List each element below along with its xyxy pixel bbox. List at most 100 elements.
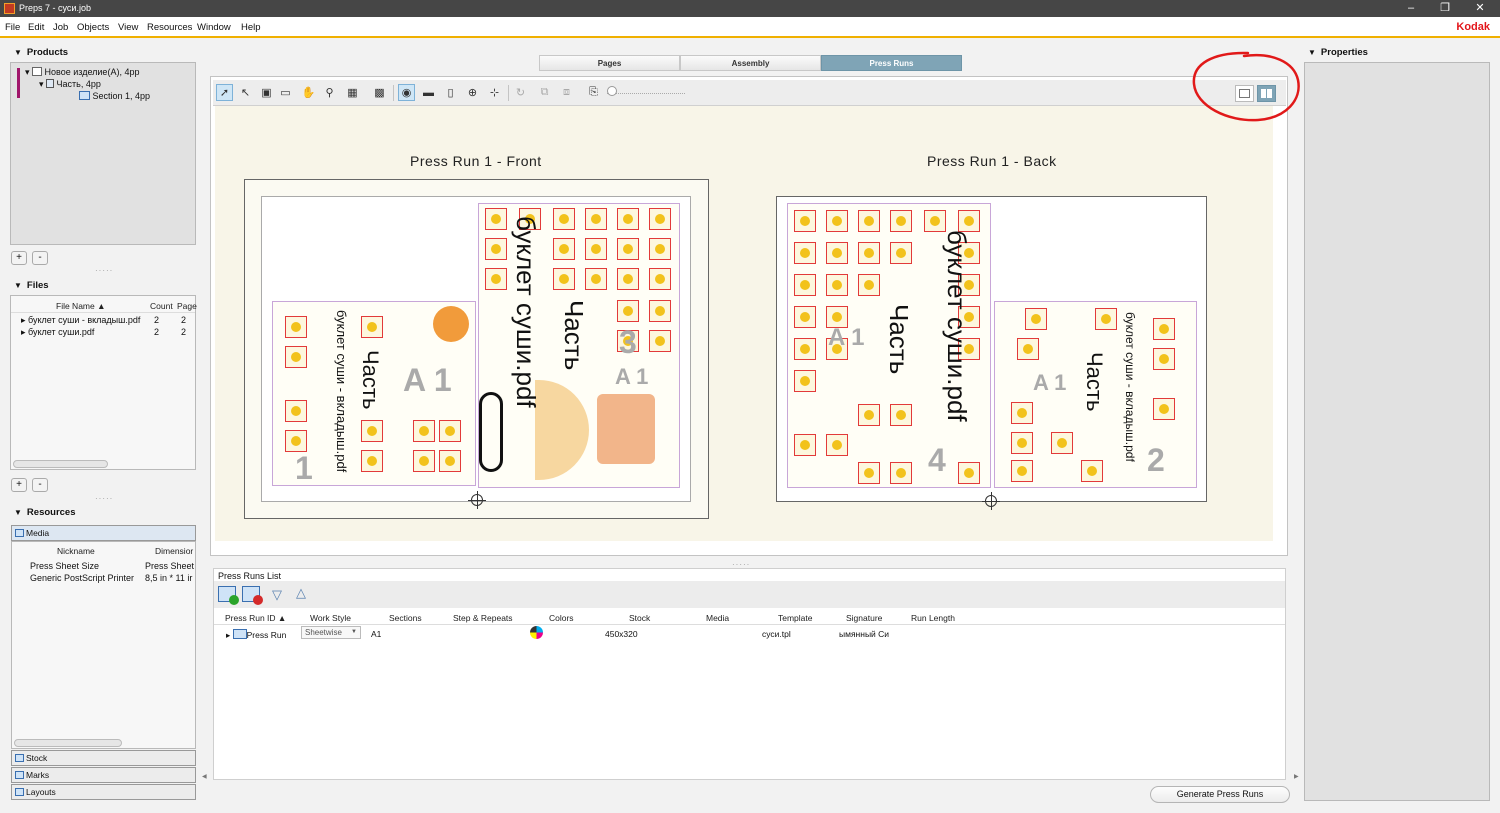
menu-view[interactable]: View bbox=[118, 22, 138, 33]
media-scrollbar[interactable] bbox=[14, 739, 122, 747]
align-icon[interactable]: ⧉ bbox=[536, 84, 553, 101]
page-tool-icon[interactable]: ▭ bbox=[277, 84, 294, 101]
media-nickname[interactable]: Generic PostScript Printer bbox=[30, 573, 134, 583]
press-run-row[interactable]: ▸ Press Run bbox=[226, 629, 286, 641]
menu-tile bbox=[794, 370, 816, 392]
col-work-style[interactable]: Work Style bbox=[310, 613, 351, 623]
col-template[interactable]: Template bbox=[778, 613, 813, 623]
back-page-main[interactable]: 4 A 1 буклет суши.pdf Часть bbox=[787, 203, 991, 488]
tab-pages[interactable]: Pages bbox=[539, 55, 680, 71]
splitter-grip[interactable]: ····· bbox=[95, 494, 113, 503]
collapse-triangle-icon: ▼ bbox=[14, 281, 22, 290]
menu-window[interactable]: Window bbox=[197, 22, 231, 33]
menu-objects[interactable]: Objects bbox=[77, 22, 109, 33]
media-nickname[interactable]: Press Sheet Size bbox=[30, 561, 99, 571]
file-name: буклет суши.pdf bbox=[28, 327, 95, 337]
scroll-left-icon[interactable]: ◀ bbox=[202, 773, 207, 780]
remove-product-button[interactable]: - bbox=[32, 251, 48, 265]
zoom-icon[interactable]: ⚲ bbox=[321, 84, 338, 101]
grid-dropdown-icon[interactable]: ▦ bbox=[344, 84, 361, 101]
menu-tile bbox=[1153, 398, 1175, 420]
select-arrow-icon[interactable]: ➚ bbox=[216, 84, 233, 101]
menu-resources[interactable]: Resources bbox=[147, 22, 192, 33]
rotate-icon[interactable]: ↻ bbox=[512, 84, 529, 101]
back-page-insert[interactable]: 2 A 1 буклет суши - вкладыш.pdf Часть bbox=[994, 301, 1197, 488]
preview-eye-icon[interactable]: ◉ bbox=[398, 84, 415, 101]
marks-section-tab[interactable]: Marks bbox=[11, 767, 196, 783]
pointer-icon[interactable]: ↖ bbox=[237, 84, 254, 101]
move-down-icon[interactable]: ▽ bbox=[272, 587, 282, 603]
add-file-button[interactable]: + bbox=[11, 478, 27, 492]
menu-help[interactable]: Help bbox=[241, 22, 261, 33]
menu-job[interactable]: Job bbox=[53, 22, 68, 33]
add-product-button[interactable]: + bbox=[11, 251, 27, 265]
menu-file[interactable]: File bbox=[5, 22, 20, 33]
col-page[interactable]: Page bbox=[177, 301, 197, 311]
col-sections[interactable]: Sections bbox=[389, 613, 422, 623]
col-run-length[interactable]: Run Length bbox=[911, 613, 955, 623]
front-press-sheet[interactable]: A 1 1 буклет суши - вкладыш.pdf Часть 3 … bbox=[244, 179, 709, 519]
remove-file-button[interactable]: - bbox=[32, 478, 48, 492]
col-colors[interactable]: Colors bbox=[549, 613, 574, 623]
press-sheet-canvas[interactable]: Press Run 1 - Front Press Run 1 - Back A… bbox=[215, 106, 1273, 541]
col-signature[interactable]: Signature bbox=[846, 613, 882, 623]
layouts-section-tab[interactable]: Layouts bbox=[11, 784, 196, 800]
move-up-icon[interactable]: △ bbox=[296, 585, 306, 601]
col-file-name[interactable]: File Name ▲ bbox=[56, 301, 106, 311]
main-part-label: Часть bbox=[559, 300, 589, 371]
tree-item-section[interactable]: Section 1, 4pp bbox=[79, 91, 150, 101]
col-press-run-id[interactable]: Press Run ID ▲ bbox=[225, 613, 286, 623]
split-icon[interactable]: ⊹ bbox=[486, 84, 503, 101]
files-scrollbar[interactable] bbox=[13, 460, 108, 468]
page-select-icon[interactable]: ▣ bbox=[258, 84, 275, 101]
front-page-main[interactable]: 3 A 1 буклет суши.pdf Часть bbox=[478, 203, 680, 488]
crosshair-icon[interactable]: ⊕ bbox=[464, 84, 481, 101]
splitter-grip[interactable]: ····· bbox=[95, 266, 113, 275]
menu-tile bbox=[617, 268, 639, 290]
media-section-tab[interactable]: Media bbox=[11, 525, 196, 541]
export-icon[interactable]: ⎘ bbox=[585, 84, 602, 101]
resources-header[interactable]: ▼ Resources bbox=[14, 507, 76, 518]
menu-tile bbox=[858, 242, 880, 264]
tree-item-part[interactable]: ▾ Часть, 4pp bbox=[39, 79, 101, 90]
press-run-id: Press Run bbox=[246, 630, 287, 640]
ruler-icon[interactable]: ▬ bbox=[420, 84, 437, 101]
hand-pan-icon[interactable]: ✋ bbox=[300, 84, 317, 101]
col-step-repeats[interactable]: Step & Repeats bbox=[453, 613, 513, 623]
file-row[interactable]: ▸ буклет суши - вкладыш.pdf bbox=[21, 315, 140, 326]
col-count[interactable]: Count bbox=[150, 301, 173, 311]
back-press-sheet[interactable]: 4 A 1 буклет суши.pdf Часть 2 A 1 буклет… bbox=[776, 196, 1207, 510]
press-runs-panel: Press Runs List ▽ △ Press Run ID ▲ Work … bbox=[213, 568, 1286, 780]
col-stock[interactable]: Stock bbox=[629, 613, 650, 623]
tab-assembly[interactable]: Assembly bbox=[680, 55, 821, 71]
stock-section-tab[interactable]: Stock bbox=[11, 750, 196, 766]
properties-header[interactable]: ▼ Properties bbox=[1308, 47, 1368, 58]
menu-tile bbox=[890, 462, 912, 484]
minimize-icon[interactable]: ‒ bbox=[1394, 0, 1428, 17]
page-icon[interactable]: ▯ bbox=[442, 84, 459, 101]
restore-icon[interactable]: ❐ bbox=[1428, 0, 1462, 17]
zoom-slider-thumb[interactable] bbox=[607, 86, 617, 96]
layout-view-icon[interactable]: ▩ bbox=[371, 84, 388, 101]
products-header[interactable]: ▼ Products bbox=[14, 47, 68, 58]
work-style-select[interactable]: Sheetwise ▼ bbox=[301, 626, 361, 639]
close-icon[interactable]: ✕ bbox=[1463, 0, 1497, 17]
col-media[interactable]: Media bbox=[706, 613, 729, 623]
col-dimension[interactable]: Dimensior bbox=[155, 546, 193, 556]
tree-item-product[interactable]: ▾ Новое изделие(A), 4pp bbox=[25, 67, 139, 78]
generate-press-runs-button[interactable]: Generate Press Runs bbox=[1150, 786, 1290, 803]
front-page-insert[interactable]: A 1 1 буклет суши - вкладыш.pdf Часть bbox=[272, 301, 476, 486]
add-press-run-icon[interactable] bbox=[218, 586, 239, 605]
files-header[interactable]: ▼ Files bbox=[14, 280, 49, 291]
distribute-icon[interactable]: ⧈ bbox=[558, 84, 575, 101]
tab-press-runs[interactable]: Press Runs bbox=[821, 55, 962, 71]
col-nickname[interactable]: Nickname bbox=[57, 546, 95, 556]
delete-press-run-icon[interactable] bbox=[242, 586, 263, 605]
zoom-slider[interactable] bbox=[607, 88, 685, 94]
scroll-right-icon[interactable]: ▶ bbox=[1294, 773, 1299, 780]
file-row[interactable]: ▸ буклет суши.pdf bbox=[21, 327, 94, 338]
press-run-sections: A1 bbox=[371, 629, 382, 639]
section-ghost: A 1 bbox=[1033, 370, 1067, 395]
colors-icon[interactable] bbox=[530, 626, 543, 639]
menu-edit[interactable]: Edit bbox=[28, 22, 44, 33]
